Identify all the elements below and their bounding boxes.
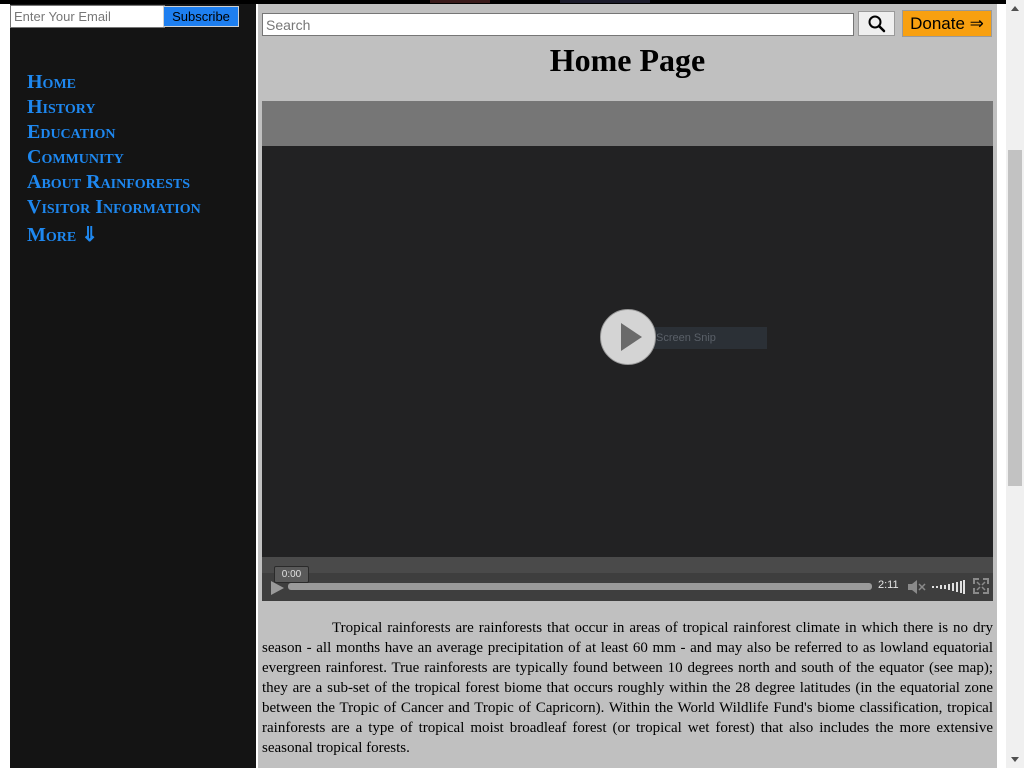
subscribe-button[interactable]: Subscribe [163,6,239,27]
nav-about-rainforests[interactable]: About Rainforests [27,170,201,195]
scroll-up-arrow-icon[interactable] [1006,0,1024,17]
search-icon [868,15,886,33]
nav-history[interactable]: History [27,95,201,120]
nav-home[interactable]: Home [27,70,201,95]
small-play-icon[interactable] [270,580,286,596]
nav-community[interactable]: Community [27,145,201,170]
email-input[interactable] [10,5,165,28]
search-input[interactable] [262,13,854,36]
page-title: Home Page [549,42,706,78]
main-content: Donate ⇒ Home Page Screen Snip 0:00 2:11 [258,4,997,768]
volume-bars-icon[interactable] [932,579,966,595]
sidebar-nav: Home History Education Community About R… [27,70,201,248]
play-icon [621,323,642,351]
article-paragraph: Tropical rainforests are rainforests tha… [262,620,993,756]
nav-more[interactable]: More ⇓ [27,223,201,248]
fullscreen-icon[interactable] [973,578,989,594]
sidebar: Subscribe Home History Education Communi… [10,4,256,768]
overlay-label: Screen Snip [642,327,767,349]
duration: 2:11 [878,579,899,591]
video-top-bar [262,101,993,146]
top-border-accent [430,0,490,3]
video-player[interactable]: Screen Snip 0:00 2:11 [262,101,993,601]
progress-bar[interactable] [288,583,872,590]
scroll-down-arrow-icon[interactable] [1006,750,1024,768]
scrollbar[interactable] [1006,0,1024,768]
donate-button[interactable]: Donate ⇒ [902,10,992,37]
speaker-icon[interactable] [907,579,927,595]
play-button[interactable] [600,309,656,365]
search-button[interactable] [858,11,895,36]
nav-education[interactable]: Education [27,120,201,145]
top-border-accent [560,0,650,3]
video-bottom-band [262,557,993,573]
scroll-thumb[interactable] [1008,150,1022,486]
nav-visitor-information[interactable]: Visitor Information [27,195,201,220]
